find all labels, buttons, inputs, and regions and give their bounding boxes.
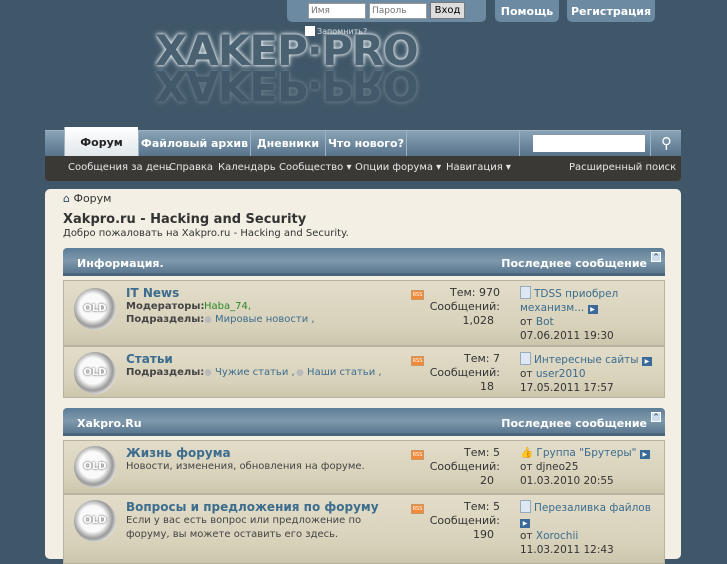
- collapse-icon[interactable]: ^: [651, 252, 661, 262]
- forum-title[interactable]: Статьи: [126, 352, 173, 366]
- last-post-link[interactable]: TDSS приобрел механизм...: [520, 288, 618, 314]
- rss-icon[interactable]: RSS: [411, 450, 424, 460]
- last-post-user[interactable]: Bot: [536, 316, 554, 328]
- subnav-calendar[interactable]: Календарь: [218, 162, 276, 173]
- subnav-forum-options[interactable]: Опции форума ▾: [355, 162, 441, 173]
- last-post: TDSS приобрел механизм... ▶ от Bot 07.06.2…: [520, 286, 619, 342]
- go-to-post-icon[interactable]: ▶: [641, 357, 652, 366]
- document-icon: [520, 352, 531, 365]
- moderators-label: Модераторы:: [126, 301, 205, 312]
- content-panel: ⌂ Форум Xakpro.ru - Hacking and Security…: [45, 189, 681, 564]
- last-post-user[interactable]: user2010: [536, 368, 586, 380]
- last-post: 👍 Группа "Брутеры" ▶ от djneo25 01.03.2010…: [520, 446, 665, 488]
- site-logo[interactable]: XAKEP·PRO XAKEP·PRO: [155, 26, 419, 116]
- forum-stats: Тем: 5 Сообщений: 190: [429, 500, 500, 541]
- password-input[interactable]: [369, 3, 427, 19]
- tab-whats-new[interactable]: Что нового?: [325, 131, 407, 157]
- document-icon: [520, 500, 531, 513]
- last-post-link[interactable]: Перезаливка файлов: [534, 502, 651, 514]
- document-icon: [520, 286, 531, 299]
- bubble-icon: ●: [204, 315, 212, 325]
- go-to-post-icon[interactable]: ▶: [587, 305, 598, 314]
- breadcrumb: ⌂ Форум: [63, 192, 111, 205]
- breadcrumb-forum[interactable]: Форум: [73, 192, 111, 205]
- sub-nav: Сообщения за день Справка Календарь Сооб…: [45, 156, 681, 181]
- search-icon[interactable]: ⚲: [650, 131, 682, 157]
- last-post: Интересные сайты ▶ от user2010 17.05.2011 …: [520, 352, 665, 395]
- forum-row: OLD Вопросы и предложения по форуму Если…: [63, 494, 665, 564]
- page-title: Xakpro.ru - Hacking and Security: [63, 212, 307, 227]
- category-title[interactable]: Информация.: [77, 257, 164, 270]
- forum-stats: Тем: 970 Сообщений: 1,028: [429, 286, 500, 327]
- login-button[interactable]: Вход: [430, 2, 465, 19]
- forum-description: Новости, изменения, обновления на форуме…: [126, 461, 365, 472]
- subforums-label: Подразделы:: [126, 367, 205, 378]
- rss-icon[interactable]: RSS: [411, 290, 424, 300]
- rss-icon[interactable]: RSS: [411, 356, 424, 366]
- search-area: ⚲: [519, 131, 681, 157]
- login-box: Вход: [287, 0, 486, 22]
- category-title[interactable]: Xakpro.Ru: [77, 417, 142, 430]
- last-post: Перезаливка файлов ▶ от Xorochii 11.03.2011…: [520, 500, 651, 556]
- forum-stats: Тем: 5 Сообщений: 20: [429, 446, 500, 487]
- forum-title[interactable]: Вопросы и предложения по форуму: [126, 500, 379, 514]
- category-header: Xakpro.Ru Последнее сообщение ^: [63, 408, 665, 436]
- last-post-header: Последнее сообщение: [501, 417, 647, 430]
- category-header: Информация. Последнее сообщение ^: [63, 248, 665, 276]
- tab-diaries[interactable]: Дневники: [250, 131, 325, 157]
- tab-file-archive[interactable]: Файловый архив: [138, 131, 250, 157]
- forum-status-icon: OLD: [74, 288, 116, 330]
- forum-description: Если у вас есть вопрос или предложение п…: [126, 515, 362, 540]
- last-post-header: Последнее сообщение: [501, 257, 647, 270]
- username-input[interactable]: [308, 3, 366, 19]
- thumbs-up-icon: 👍: [520, 447, 534, 459]
- subnav-help[interactable]: Справка: [169, 162, 213, 173]
- forum-stats: Тем: 7 Сообщений: 18: [429, 352, 500, 393]
- forum-row: OLD Жизнь форума Новости, изменения, обн…: [63, 440, 665, 494]
- forum-status-icon: OLD: [74, 500, 116, 542]
- tab-forum[interactable]: Форум: [64, 127, 138, 157]
- collapse-icon[interactable]: ^: [651, 412, 661, 422]
- main-nav: Форум Файловый архив Дневники Что нового…: [45, 127, 681, 157]
- register-button[interactable]: Регистрация: [567, 0, 655, 22]
- help-button[interactable]: Помощь: [495, 0, 559, 22]
- last-post-link[interactable]: Группа "Брутеры": [536, 447, 636, 459]
- forum-status-icon: OLD: [74, 446, 116, 488]
- last-post-user[interactable]: Xorochii: [536, 530, 578, 542]
- last-post-link[interactable]: Интересные сайты: [534, 354, 639, 366]
- home-icon[interactable]: ⌂: [63, 192, 70, 205]
- subnav-todays-posts[interactable]: Сообщения за день: [68, 162, 171, 173]
- forum-row: OLD Статьи Подразделы: ● Чужие статьи , …: [63, 346, 665, 398]
- forum-row: OLD IT News Модераторы: Haba_74, Подразд…: [63, 280, 665, 346]
- subnav-navigation[interactable]: Навигация ▾: [446, 162, 511, 173]
- forum-status-icon: OLD: [74, 352, 116, 394]
- subforum-link[interactable]: ● Чужие статьи ,: [204, 367, 295, 378]
- search-input[interactable]: [533, 135, 645, 152]
- subforum-link[interactable]: ● Мировые новости ,: [204, 314, 315, 325]
- forum-title[interactable]: IT News: [126, 286, 179, 300]
- subnav-community[interactable]: Сообщество ▾: [279, 162, 352, 173]
- subforum-link[interactable]: ● Наши статьи ,: [296, 367, 382, 378]
- rss-icon[interactable]: RSS: [411, 504, 424, 514]
- forum-title[interactable]: Жизнь форума: [126, 446, 231, 460]
- moderator-link[interactable]: Haba_74,: [204, 301, 251, 312]
- subforums-label: Подразделы:: [126, 314, 205, 325]
- go-to-post-icon[interactable]: ▶: [520, 519, 530, 528]
- advanced-search-link[interactable]: Расширенный поиск: [569, 162, 676, 173]
- welcome-text: Добро пожаловать на Xakpro.ru - Hacking …: [63, 228, 349, 239]
- go-to-post-icon[interactable]: ▶: [639, 450, 650, 459]
- last-post-user[interactable]: djneo25: [536, 461, 578, 473]
